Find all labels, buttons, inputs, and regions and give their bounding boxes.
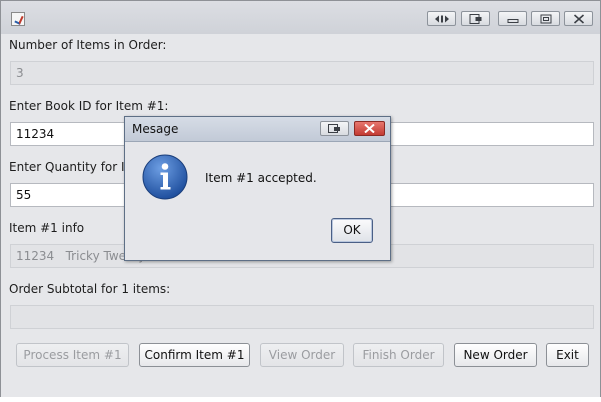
information-icon	[142, 154, 188, 200]
exit-button[interactable]: Exit	[546, 343, 589, 367]
ok-button[interactable]: OK	[331, 218, 373, 243]
book-id-label: Enter Book ID for Item #1:	[9, 99, 169, 113]
dialog-menu-icon[interactable]	[320, 121, 349, 136]
item-info-label: Item #1 info	[9, 221, 85, 235]
maximize-icon[interactable]	[531, 11, 560, 26]
view-order-button[interactable]: View Order	[260, 343, 344, 367]
finish-order-button[interactable]: Finish Order	[353, 343, 444, 367]
java-cup-icon	[11, 12, 25, 26]
process-item-button[interactable]: Process Item #1	[16, 343, 129, 367]
message-dialog: Mesage Item #1 accepted. OK	[124, 116, 391, 261]
items-count-field: 3	[10, 61, 594, 85]
minimize-icon[interactable]	[498, 11, 527, 26]
swap-icon[interactable]	[427, 11, 456, 26]
confirm-item-button[interactable]: Confirm Item #1	[139, 343, 250, 367]
dialog-close-icon[interactable]	[354, 121, 385, 136]
subtotal-field	[10, 305, 594, 329]
dialog-title-bar[interactable]: Mesage	[125, 117, 390, 142]
items-label: Number of Items in Order:	[9, 38, 167, 52]
dialog-message: Item #1 accepted.	[205, 171, 317, 185]
title-bar[interactable]	[1, 1, 600, 34]
desktop-strip	[0, 397, 601, 402]
dialog-title: Mesage	[132, 122, 179, 136]
close-icon[interactable]	[564, 11, 593, 26]
new-order-button[interactable]: New Order	[454, 343, 537, 367]
subtotal-label: Order Subtotal for 1 items:	[9, 282, 171, 296]
restore-menu-icon[interactable]	[461, 11, 490, 26]
